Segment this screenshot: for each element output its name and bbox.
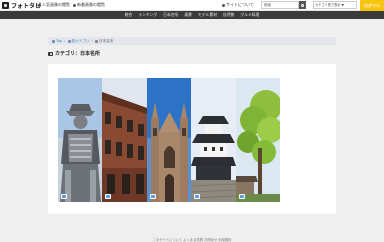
- clock-icon: [73, 3, 76, 7]
- site-logo[interactable]: フォトタピ: [2, 1, 41, 10]
- breadcrumb-categories[interactable]: 各カテゴリ: [72, 39, 90, 44]
- red-brick-building-image: [102, 78, 147, 202]
- gallery-tile-tree[interactable]: [235, 78, 280, 202]
- photo-badge-icon: [105, 194, 112, 199]
- gallery-tile-cathedral[interactable]: [146, 78, 192, 202]
- search-icon: [301, 3, 304, 7]
- camera-icon: [48, 51, 53, 56]
- japanese-castle-image: [191, 78, 236, 202]
- gallery-tile-samurai[interactable]: [58, 78, 103, 202]
- about-site-link[interactable]: サイトについて: [222, 2, 254, 8]
- category-select[interactable]: カテゴリ別で表示 ▼: [313, 1, 357, 9]
- star-icon: [38, 3, 41, 7]
- samurai-armor-statue-image: [58, 78, 103, 202]
- page-title-text: カテゴリ：日本名所: [55, 51, 101, 57]
- photo-badge-icon: [238, 194, 245, 199]
- folder-icon: [94, 39, 98, 43]
- logo-text: フォトタピ: [11, 3, 42, 10]
- nav-item-ranking[interactable]: ランキング: [135, 12, 160, 18]
- gallery-tile-brick-building[interactable]: [102, 78, 147, 202]
- folder-icon: [67, 39, 71, 43]
- photo-badge-icon: [61, 194, 67, 199]
- footer-links[interactable]: このサイトについて よくある質問 お問合せ 利用規約: [0, 237, 384, 242]
- new-images-link[interactable]: 新着画像の閲覧: [73, 2, 105, 8]
- about-site-label: サイトについて: [226, 2, 254, 7]
- nav-item-overall[interactable]: 総合: [122, 12, 136, 18]
- nav-item-japan-sights[interactable]: 日本名所: [160, 12, 181, 18]
- breadcrumb: Top › 各カテゴリ › 日本名所: [48, 37, 336, 45]
- breadcrumb-top[interactable]: Top: [56, 39, 62, 43]
- category-select-value: カテゴリ別で表示 ▼: [315, 3, 344, 7]
- gallery-tile-castle[interactable]: [191, 78, 236, 202]
- info-icon: [222, 3, 225, 7]
- breadcrumb-current: 日本名所: [98, 38, 114, 43]
- new-images-label: 新着画像の閲覧: [77, 2, 105, 7]
- cathedral-image: [146, 78, 192, 202]
- popular-images-link[interactable]: 人気画像の閲覧: [38, 2, 70, 8]
- breadcrumb-separator: ›: [64, 39, 66, 43]
- category-gallery: [58, 78, 280, 202]
- search-input[interactable]: 検索: [261, 1, 299, 9]
- photo-badge-icon: [149, 194, 156, 199]
- main-nav: 総合 ランキング 日本名所 風景 モデル素材 自然物 グルメ料理: [0, 11, 384, 19]
- nav-item-nature[interactable]: 自然物: [220, 12, 237, 18]
- camera-icon: [2, 2, 9, 9]
- top-bar: フォトタピ 人気画像の閲覧 新着画像の閲覧 サイトについて 検索 カテゴリ別で表…: [0, 0, 384, 11]
- popular-images-label: 人気画像の閲覧: [42, 2, 70, 7]
- page-title: カテゴリ：日本名所: [48, 50, 100, 57]
- breadcrumb-separator: ›: [91, 39, 93, 43]
- nav-item-gourmet[interactable]: グルメ料理: [237, 12, 262, 18]
- login-button[interactable]: ログイン: [360, 0, 384, 11]
- nav-item-model[interactable]: モデル素材: [195, 12, 220, 18]
- tree-and-temple-image: [235, 78, 280, 202]
- photo-badge-icon: [194, 194, 201, 199]
- nav-item-scenery[interactable]: 風景: [181, 12, 195, 18]
- home-icon: [52, 39, 55, 43]
- search-button[interactable]: [299, 1, 306, 9]
